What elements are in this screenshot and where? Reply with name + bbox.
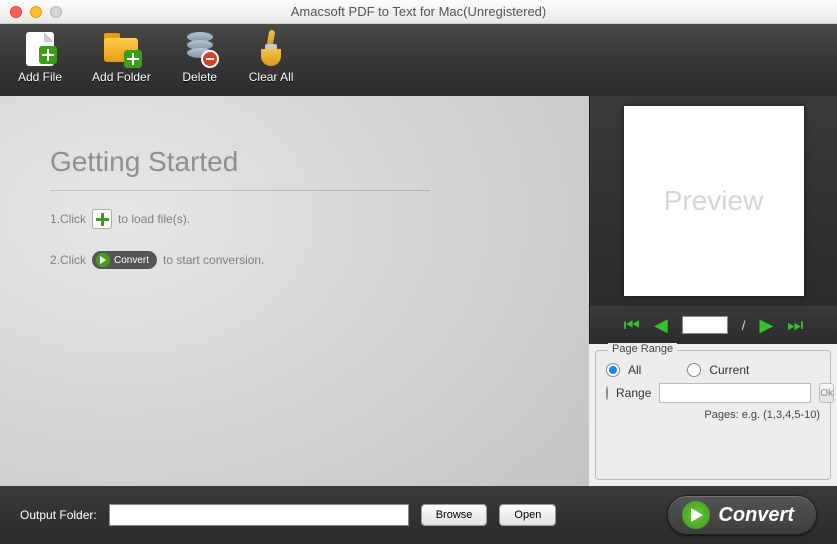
- page-range-range-radio[interactable]: [606, 386, 608, 400]
- content-area: Getting Started 1.Click to load file(s).…: [0, 96, 837, 486]
- output-folder-input[interactable]: [109, 504, 409, 526]
- bottom-bar: Output Folder: Browse Open Convert: [0, 486, 837, 544]
- output-folder-label: Output Folder:: [20, 508, 97, 522]
- titlebar: Amacsoft PDF to Text for Mac(Unregistere…: [0, 0, 837, 24]
- clear-all-icon: [252, 30, 290, 68]
- convert-button[interactable]: Convert: [667, 495, 817, 535]
- convert-label: Convert: [718, 504, 794, 527]
- page-range-ok-button[interactable]: Ok: [819, 383, 834, 403]
- add-file-label: Add File: [18, 70, 62, 84]
- browse-button[interactable]: Browse: [421, 504, 488, 526]
- add-folder-button[interactable]: Add Folder: [92, 30, 151, 96]
- open-button[interactable]: Open: [499, 504, 556, 526]
- page-range-group: Page Range All Current Range Ok Pages: e…: [595, 350, 831, 480]
- step2-prefix: 2.Click: [50, 253, 86, 267]
- page-range-legend: Page Range: [608, 343, 677, 355]
- add-file-button[interactable]: Add File: [18, 30, 62, 96]
- clear-all-label: Clear All: [249, 70, 294, 84]
- page-separator: /: [742, 318, 746, 333]
- page-range-all-label: All: [628, 363, 641, 377]
- page-range-current-radio[interactable]: [687, 363, 701, 377]
- add-file-mini-icon: [92, 209, 112, 229]
- divider: [50, 190, 430, 191]
- convert-arrow-icon: [682, 501, 710, 529]
- getting-started-step-2: 2.Click Convert to start conversion.: [50, 251, 549, 269]
- preview-nav: ⏮ ◀ / ▶ ⏭: [589, 306, 837, 344]
- step2-suffix: to start conversion.: [163, 253, 264, 267]
- page-range-all-radio[interactable]: [606, 363, 620, 377]
- file-list-panel: Getting Started 1.Click to load file(s).…: [0, 96, 589, 486]
- preview-placeholder: Preview: [624, 106, 804, 296]
- prev-page-button[interactable]: ◀: [654, 316, 668, 334]
- getting-started-heading: Getting Started: [50, 146, 549, 178]
- delete-icon: [181, 30, 219, 68]
- clear-all-button[interactable]: Clear All: [249, 30, 294, 96]
- page-range-range-label: Range: [616, 386, 651, 400]
- delete-label: Delete: [182, 70, 217, 84]
- toolbar: Add File Add Folder Delete Clear All: [0, 24, 837, 96]
- page-range-input[interactable]: [659, 383, 811, 403]
- add-folder-icon: [102, 30, 140, 68]
- add-folder-label: Add Folder: [92, 70, 151, 84]
- step1-suffix: to load file(s).: [118, 212, 190, 226]
- step1-prefix: 1.Click: [50, 212, 86, 226]
- first-page-button[interactable]: ⏮: [624, 316, 640, 334]
- right-panel: Preview ⏮ ◀ / ▶ ⏭ Page Range All Current…: [589, 96, 837, 486]
- delete-button[interactable]: Delete: [181, 30, 219, 96]
- add-file-icon: [21, 30, 59, 68]
- convert-mini-icon: Convert: [92, 251, 157, 269]
- next-page-button[interactable]: ▶: [759, 316, 773, 334]
- page-number-input[interactable]: [682, 316, 728, 334]
- page-range-hint: Pages: e.g. (1,3,4,5-10): [606, 409, 820, 421]
- preview-area: Preview: [589, 96, 837, 306]
- page-range-current-label: Current: [709, 363, 749, 377]
- last-page-button[interactable]: ⏭: [787, 316, 803, 334]
- window-title: Amacsoft PDF to Text for Mac(Unregistere…: [0, 4, 837, 19]
- getting-started-step-1: 1.Click to load file(s).: [50, 209, 549, 229]
